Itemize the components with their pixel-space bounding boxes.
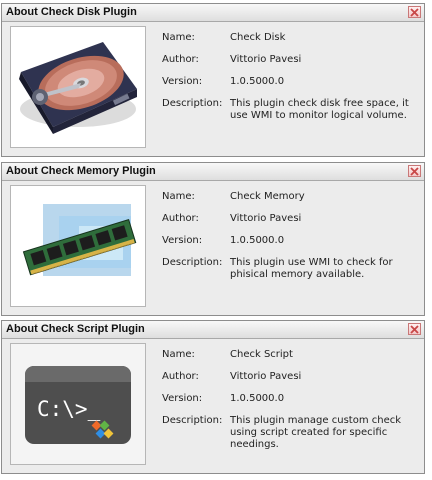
description-row: Description: This plugin manage custom c… [162,415,418,450]
prompt-text: C:\>_ [37,397,101,421]
version-label: Version: [162,235,203,246]
description-value: This plugin manage custom check using sc… [230,415,420,451]
name-value: Check Disk [230,32,286,43]
close-button[interactable] [408,165,421,177]
memory-module-image [11,186,145,306]
author-row: Author: Vittorio Pavesi [162,213,418,235]
description-line-2: using script created for specific [230,427,388,438]
version-row: Version: 1.0.5000.0 [162,76,418,98]
author-row: Author: Vittorio Pavesi [162,371,418,393]
version-label: Version: [162,393,203,404]
plugin-info: Name: Check Memory Author: Vittorio Pave… [162,191,420,281]
name-row: Name: Check Disk [162,32,418,54]
description-value: This plugin use WMI to check for phisica… [230,257,420,281]
close-icon [410,324,419,334]
version-value: 1.0.5000.0 [230,76,285,87]
check-disk-about-dialog: About Check Disk Plugin Name: Check Disk… [1,3,425,157]
hard-disk-image [11,27,145,147]
description-row: Description: This plugin use WMI to chec… [162,257,420,281]
close-button[interactable] [408,6,421,18]
author-label: Author: [162,371,199,382]
close-icon [410,166,419,176]
name-value: Check Memory [230,191,305,202]
description-line-1: This plugin check disk free space, it [230,98,409,109]
check-script-about-dialog: About Check Script Plugin C:\>_ Name: Ch… [1,320,425,474]
title-bar[interactable]: About Check Disk Plugin [2,4,424,22]
description-label: Description: [162,257,223,268]
author-label: Author: [162,213,199,224]
author-label: Author: [162,54,199,65]
title-bar[interactable]: About Check Script Plugin [2,321,424,339]
check-memory-about-dialog: About Check Memory Plugin Name: Check Me… [1,162,425,316]
author-value: Vittorio Pavesi [230,54,302,65]
description-line-1: This plugin manage custom check [230,415,402,426]
plugin-image-frame [10,185,146,307]
version-value: 1.0.5000.0 [230,235,285,246]
close-button[interactable] [408,323,421,335]
author-value: Vittorio Pavesi [230,213,302,224]
dialog-title: About Check Memory Plugin [6,165,156,177]
version-row: Version: 1.0.5000.0 [162,235,418,257]
description-line-3: needings. [230,439,279,450]
version-label: Version: [162,76,203,87]
author-value: Vittorio Pavesi [230,371,302,382]
version-value: 1.0.5000.0 [230,393,285,404]
name-row: Name: Check Memory [162,191,418,213]
dialog-title: About Check Script Plugin [6,323,145,335]
author-row: Author: Vittorio Pavesi [162,54,418,76]
name-label: Name: [162,32,195,43]
dialog-title: About Check Disk Plugin [6,6,137,18]
version-row: Version: 1.0.5000.0 [162,393,418,415]
description-value: This plugin check disk free space, it us… [230,98,420,122]
plugin-image-frame [10,26,146,148]
name-label: Name: [162,349,195,360]
about-dialogs-stack: About Check Disk Plugin Name: Check Disk… [0,0,432,480]
plugin-image-frame: C:\>_ [10,343,146,465]
name-row: Name: Check Script [162,349,418,371]
name-value: Check Script [230,349,293,360]
plugin-info: Name: Check Script Author: Vittorio Pave… [162,349,418,450]
name-label: Name: [162,191,195,202]
description-line-1: This plugin use WMI to check for [230,257,393,268]
description-label: Description: [162,415,223,426]
command-prompt-image: C:\>_ [11,344,145,464]
plugin-info: Name: Check Disk Author: Vittorio Pavesi… [162,32,420,122]
description-line-2: phisical memory available. [230,269,365,280]
description-label: Description: [162,98,223,109]
description-line-2: use WMI to monitor logical volume. [230,110,407,121]
close-icon [410,7,419,17]
title-bar[interactable]: About Check Memory Plugin [2,163,424,181]
description-row: Description: This plugin check disk free… [162,98,420,122]
